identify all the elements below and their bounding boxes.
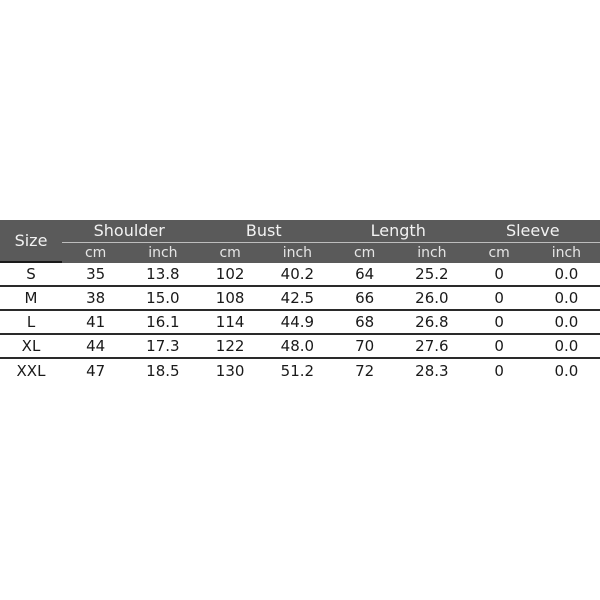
table-body: S 35 13.8 102 40.2 64 25.2 0 0.0 M 38 15.0 108 42.5 66… bbox=[0, 263, 600, 383]
measurement-cell: 26.8 bbox=[415, 313, 449, 331]
measurement-cell: 41 bbox=[86, 313, 106, 331]
size-cell: M bbox=[24, 289, 38, 307]
measurement-cell: 0.0 bbox=[554, 362, 579, 380]
table-row: L 41 16.1 114 44.9 68 26.8 0 0.0 bbox=[0, 311, 600, 335]
measurement-cell: 28.3 bbox=[415, 362, 449, 380]
measurement-cell: 66 bbox=[355, 289, 375, 307]
measurement-cell: 108 bbox=[215, 289, 245, 307]
group-sleeve: Sleeve bbox=[505, 221, 560, 240]
size-cell: S bbox=[26, 265, 36, 283]
measurement-cell: 26.0 bbox=[415, 289, 449, 307]
measurement-cell: 114 bbox=[215, 313, 245, 331]
measurement-cell: 18.5 bbox=[146, 362, 180, 380]
measurement-cell: 0 bbox=[494, 265, 504, 283]
measurement-cell: 102 bbox=[215, 265, 245, 283]
measurement-cell: 72 bbox=[355, 362, 375, 380]
measurement-cell: 51.2 bbox=[280, 362, 315, 380]
measurement-cell: 44.9 bbox=[280, 313, 315, 331]
measurement-cell: 13.8 bbox=[146, 265, 180, 283]
measurement-cell: 40.2 bbox=[280, 265, 315, 283]
unit-header: inch bbox=[148, 245, 178, 261]
measurement-cell: 0 bbox=[494, 337, 504, 355]
measurement-cell: 0 bbox=[494, 313, 504, 331]
measurement-cell: 0.0 bbox=[554, 265, 579, 283]
group-length: Length bbox=[370, 221, 426, 240]
measurement-cell: 35 bbox=[86, 265, 106, 283]
group-bust: Bust bbox=[245, 221, 282, 240]
measurement-cell: 48.0 bbox=[280, 337, 315, 355]
measurement-cells: 47 18.5 130 51.2 72 28.3 0 0.0 bbox=[62, 362, 600, 380]
unit-header: cm bbox=[488, 245, 510, 261]
measurement-groups: Shoulder Bust Length Sleeve bbox=[62, 220, 600, 243]
size-header: Size bbox=[0, 220, 62, 263]
measurement-cell: 47 bbox=[86, 362, 106, 380]
table-row: M 38 15.0 108 42.5 66 26.0 0 0.0 bbox=[0, 287, 600, 311]
measurement-cell: 64 bbox=[355, 265, 375, 283]
measurement-cell: 0.0 bbox=[554, 337, 579, 355]
measurement-cell: 0.0 bbox=[554, 313, 579, 331]
measurement-cell: 70 bbox=[355, 337, 375, 355]
size-cell: L bbox=[26, 313, 36, 331]
size-cell: XXL bbox=[16, 362, 46, 380]
measurement-cell: 44 bbox=[86, 337, 106, 355]
measurement-cell: 130 bbox=[215, 362, 245, 380]
measurement-cell: 0.0 bbox=[554, 289, 579, 307]
measurement-cells: 35 13.8 102 40.2 64 25.2 0 0.0 bbox=[62, 265, 600, 283]
unit-header: cm bbox=[84, 245, 107, 261]
measurement-cells: 41 16.1 114 44.9 68 26.8 0 0.0 bbox=[62, 313, 600, 331]
measurement-cell: 38 bbox=[86, 289, 106, 307]
group-shoulder: Shoulder bbox=[93, 221, 165, 240]
measurement-cell: 27.6 bbox=[415, 337, 449, 355]
measurement-cell: 42.5 bbox=[280, 289, 315, 307]
measurement-cell: 122 bbox=[215, 337, 245, 355]
table-row: XL 44 17.3 122 48.0 70 27.6 0 0.0 bbox=[0, 335, 600, 359]
table-header: Size Shoulder Bust Length Sleeve cm inch… bbox=[0, 220, 600, 263]
measurement-cells: 44 17.3 122 48.0 70 27.6 0 0.0 bbox=[62, 337, 600, 355]
size-cell: XL bbox=[21, 337, 41, 355]
table-row: XXL 47 18.5 130 51.2 72 28.3 0 0.0 bbox=[0, 359, 600, 383]
unit-header: cm bbox=[219, 245, 241, 261]
measurement-cells: 38 15.0 108 42.5 66 26.0 0 0.0 bbox=[62, 289, 600, 307]
measurement-cell: 25.2 bbox=[415, 265, 449, 283]
unit-row: cm inch cm inch cm inch cm inch bbox=[62, 243, 600, 263]
measurement-cell: 17.3 bbox=[146, 337, 180, 355]
unit-header: inch bbox=[551, 245, 582, 261]
unit-header: cm bbox=[353, 245, 376, 261]
measurement-cell: 0 bbox=[494, 289, 504, 307]
measurement-cell: 0 bbox=[494, 362, 504, 380]
size-chart: Size Shoulder Bust Length Sleeve cm inch… bbox=[0, 220, 600, 383]
measurement-cell: 68 bbox=[355, 313, 375, 331]
unit-header: inch bbox=[282, 245, 313, 261]
table-row: S 35 13.8 102 40.2 64 25.2 0 0.0 bbox=[0, 263, 600, 287]
unit-header: inch bbox=[417, 245, 447, 261]
measurement-cell: 16.1 bbox=[146, 313, 180, 331]
measurement-cell: 15.0 bbox=[146, 289, 180, 307]
